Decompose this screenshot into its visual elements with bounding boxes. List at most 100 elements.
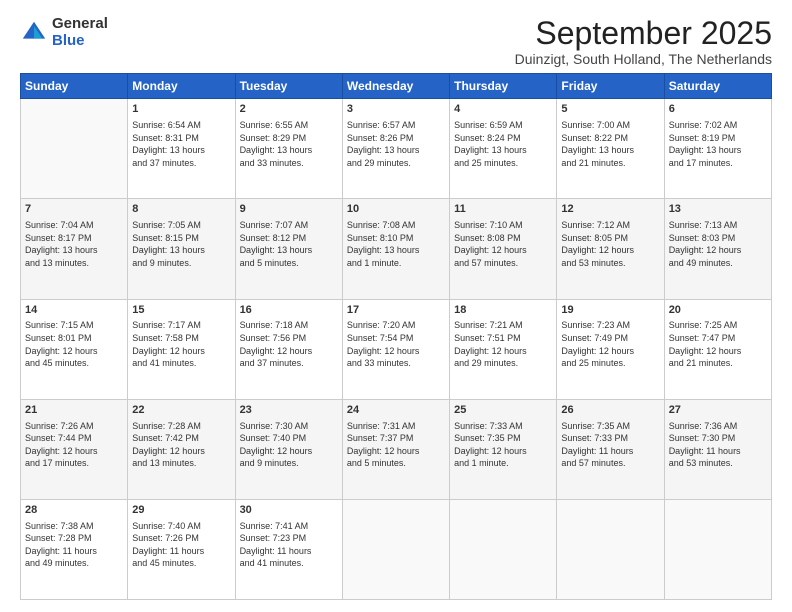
- col-header-thursday: Thursday: [450, 74, 557, 99]
- logo-icon: [20, 19, 48, 47]
- col-header-tuesday: Tuesday: [235, 74, 342, 99]
- day-info: Sunrise: 7:05 AM Sunset: 8:15 PM Dayligh…: [132, 219, 230, 269]
- day-cell: 8Sunrise: 7:05 AM Sunset: 8:15 PM Daylig…: [128, 199, 235, 299]
- day-cell: 18Sunrise: 7:21 AM Sunset: 7:51 PM Dayli…: [450, 299, 557, 399]
- day-number: 23: [240, 403, 338, 418]
- day-cell: 22Sunrise: 7:28 AM Sunset: 7:42 PM Dayli…: [128, 399, 235, 499]
- day-number: 19: [561, 303, 659, 318]
- page: General Blue September 2025 Duinzigt, So…: [0, 0, 792, 612]
- col-header-monday: Monday: [128, 74, 235, 99]
- day-number: 16: [240, 303, 338, 318]
- day-cell: [557, 499, 664, 599]
- day-cell: 3Sunrise: 6:57 AM Sunset: 8:26 PM Daylig…: [342, 99, 449, 199]
- day-info: Sunrise: 7:28 AM Sunset: 7:42 PM Dayligh…: [132, 420, 230, 470]
- day-cell: 26 Sunrise: 7:35 AM Sunset: 7:33 PM Dayli…: [557, 399, 664, 499]
- day-info: Sunrise: 7:10 AM Sunset: 8:08 PM Dayligh…: [454, 219, 552, 269]
- day-number: 17: [347, 303, 445, 318]
- day-cell: 23 Sunrise: 7:30 AM Sunset: 7:40 PM Dayli…: [235, 399, 342, 499]
- header: General Blue September 2025 Duinzigt, So…: [20, 16, 772, 67]
- day-info: Sunrise: 7:08 AM Sunset: 8:10 PM Dayligh…: [347, 219, 445, 269]
- logo-blue: Blue: [52, 33, 108, 50]
- day-cell: [450, 499, 557, 599]
- day-cell: 27 Sunrise: 7:36 AM Sunset: 7:30 PM Dayli…: [664, 399, 771, 499]
- location: Duinzigt, South Holland, The Netherlands: [515, 51, 772, 67]
- day-info: Sunrise: 7:02 AM Sunset: 8:19 PM Dayligh…: [669, 119, 767, 169]
- day-number: 5: [561, 102, 659, 117]
- day-info: Sunrise: 6:54 AM Sunset: 8:31 PM Dayligh…: [132, 119, 230, 169]
- day-cell: 16Sunrise: 7:18 AM Sunset: 7:56 PM Dayli…: [235, 299, 342, 399]
- month-title: September 2025: [515, 16, 772, 51]
- day-number: 27: [669, 403, 767, 418]
- day-cell: 12 Sunrise: 7:12 AM Sunset: 8:05 PM Dayli…: [557, 199, 664, 299]
- day-cell: 29 Sunrise: 7:40 AM Sunset: 7:26 PM Dayli…: [128, 499, 235, 599]
- day-number: 28: [25, 503, 123, 518]
- day-cell: 25 Sunrise: 7:33 AM Sunset: 7:35 PM Dayli…: [450, 399, 557, 499]
- day-info: Sunrise: 7:30 AM Sunset: 7:40 PM Dayligh…: [240, 420, 338, 470]
- day-info: Sunrise: 7:41 AM Sunset: 7:23 PM Dayligh…: [240, 520, 338, 570]
- day-number: 30: [240, 503, 338, 518]
- day-number: 29: [132, 503, 230, 518]
- day-number: 9: [240, 202, 338, 217]
- day-cell: 24Sunrise: 7:31 AM Sunset: 7:37 PM Dayli…: [342, 399, 449, 499]
- week-row-4: 21Sunrise: 7:26 AM Sunset: 7:44 PM Dayli…: [21, 399, 772, 499]
- day-number: 7: [25, 202, 123, 217]
- day-info: Sunrise: 7:35 AM Sunset: 7:33 PM Dayligh…: [561, 420, 659, 470]
- day-cell: 7 Sunrise: 7:04 AM Sunset: 8:17 PM Daylig…: [21, 199, 128, 299]
- day-info: Sunrise: 7:04 AM Sunset: 8:17 PM Dayligh…: [25, 219, 123, 269]
- day-number: 25: [454, 403, 552, 418]
- day-info: Sunrise: 7:33 AM Sunset: 7:35 PM Dayligh…: [454, 420, 552, 470]
- day-info: Sunrise: 7:36 AM Sunset: 7:30 PM Dayligh…: [669, 420, 767, 470]
- day-number: 1: [132, 102, 230, 117]
- day-number: 14: [25, 303, 123, 318]
- day-number: 26: [561, 403, 659, 418]
- logo-general: General: [52, 16, 108, 33]
- day-cell: [664, 499, 771, 599]
- day-cell: 11 Sunrise: 7:10 AM Sunset: 8:08 PM Dayli…: [450, 199, 557, 299]
- day-number: 11: [454, 202, 552, 217]
- day-info: Sunrise: 7:23 AM Sunset: 7:49 PM Dayligh…: [561, 319, 659, 369]
- week-row-5: 28 Sunrise: 7:38 AM Sunset: 7:28 PM Dayli…: [21, 499, 772, 599]
- day-info: Sunrise: 7:00 AM Sunset: 8:22 PM Dayligh…: [561, 119, 659, 169]
- day-info: Sunrise: 7:12 AM Sunset: 8:05 PM Dayligh…: [561, 219, 659, 269]
- day-cell: 4 Sunrise: 6:59 AM Sunset: 8:24 PM Daylig…: [450, 99, 557, 199]
- logo-text: General Blue: [52, 16, 108, 49]
- col-header-saturday: Saturday: [664, 74, 771, 99]
- day-info: Sunrise: 7:13 AM Sunset: 8:03 PM Dayligh…: [669, 219, 767, 269]
- day-number: 18: [454, 303, 552, 318]
- day-info: Sunrise: 7:07 AM Sunset: 8:12 PM Dayligh…: [240, 219, 338, 269]
- day-info: Sunrise: 7:15 AM Sunset: 8:01 PM Dayligh…: [25, 319, 123, 369]
- day-cell: 21Sunrise: 7:26 AM Sunset: 7:44 PM Dayli…: [21, 399, 128, 499]
- day-cell: 14Sunrise: 7:15 AM Sunset: 8:01 PM Dayli…: [21, 299, 128, 399]
- logo: General Blue: [20, 16, 108, 49]
- day-cell: 30 Sunrise: 7:41 AM Sunset: 7:23 PM Dayli…: [235, 499, 342, 599]
- day-number: 2: [240, 102, 338, 117]
- day-number: 24: [347, 403, 445, 418]
- day-cell: 28 Sunrise: 7:38 AM Sunset: 7:28 PM Dayli…: [21, 499, 128, 599]
- day-info: Sunrise: 6:59 AM Sunset: 8:24 PM Dayligh…: [454, 119, 552, 169]
- day-cell: 9 Sunrise: 7:07 AM Sunset: 8:12 PM Daylig…: [235, 199, 342, 299]
- week-row-3: 14Sunrise: 7:15 AM Sunset: 8:01 PM Dayli…: [21, 299, 772, 399]
- day-number: 3: [347, 102, 445, 117]
- day-cell: 13Sunrise: 7:13 AM Sunset: 8:03 PM Dayli…: [664, 199, 771, 299]
- day-info: Sunrise: 7:40 AM Sunset: 7:26 PM Dayligh…: [132, 520, 230, 570]
- day-info: Sunrise: 7:38 AM Sunset: 7:28 PM Dayligh…: [25, 520, 123, 570]
- calendar-table: SundayMondayTuesdayWednesdayThursdayFrid…: [20, 73, 772, 600]
- day-info: Sunrise: 7:21 AM Sunset: 7:51 PM Dayligh…: [454, 319, 552, 369]
- day-number: 12: [561, 202, 659, 217]
- day-cell: 15Sunrise: 7:17 AM Sunset: 7:58 PM Dayli…: [128, 299, 235, 399]
- week-row-1: 1 Sunrise: 6:54 AM Sunset: 8:31 PM Daylig…: [21, 99, 772, 199]
- day-cell: 2Sunrise: 6:55 AM Sunset: 8:29 PM Daylig…: [235, 99, 342, 199]
- day-number: 20: [669, 303, 767, 318]
- day-info: Sunrise: 7:20 AM Sunset: 7:54 PM Dayligh…: [347, 319, 445, 369]
- title-block: September 2025 Duinzigt, South Holland, …: [515, 16, 772, 67]
- day-cell: 20Sunrise: 7:25 AM Sunset: 7:47 PM Dayli…: [664, 299, 771, 399]
- day-cell: [21, 99, 128, 199]
- day-cell: 5 Sunrise: 7:00 AM Sunset: 8:22 PM Daylig…: [557, 99, 664, 199]
- day-info: Sunrise: 7:26 AM Sunset: 7:44 PM Dayligh…: [25, 420, 123, 470]
- day-cell: [342, 499, 449, 599]
- day-number: 4: [454, 102, 552, 117]
- week-row-2: 7 Sunrise: 7:04 AM Sunset: 8:17 PM Daylig…: [21, 199, 772, 299]
- day-cell: 6Sunrise: 7:02 AM Sunset: 8:19 PM Daylig…: [664, 99, 771, 199]
- header-row: SundayMondayTuesdayWednesdayThursdayFrid…: [21, 74, 772, 99]
- day-info: Sunrise: 7:17 AM Sunset: 7:58 PM Dayligh…: [132, 319, 230, 369]
